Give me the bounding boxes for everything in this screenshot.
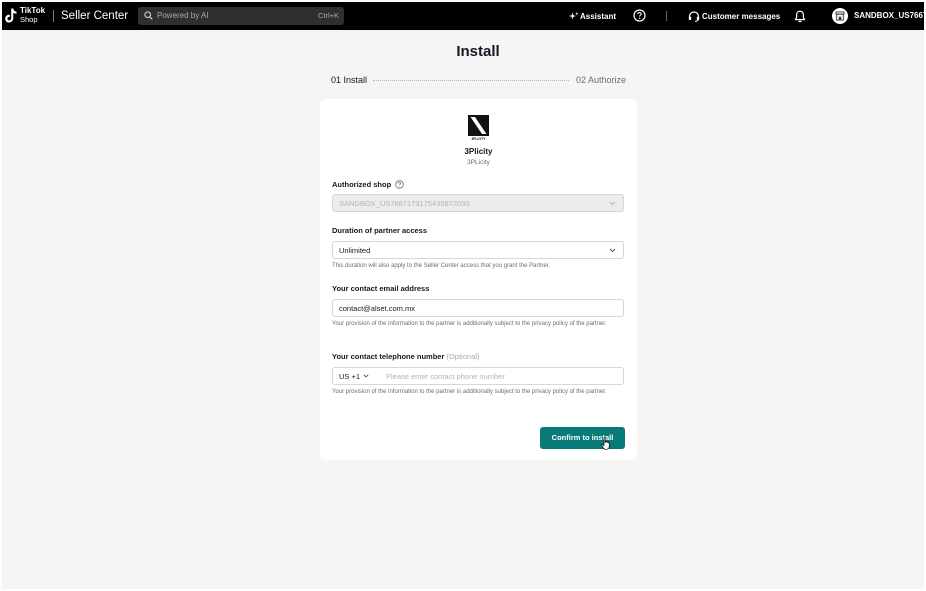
top-bar: TikTok Shop Seller Center Powered by AI … [2,2,924,30]
phone-label-text: Your contact telephone number [332,352,445,361]
step-connector [373,80,569,81]
search-icon [144,11,153,20]
partner-name: 3Plicity [464,147,493,156]
chevron-down-icon [609,248,616,253]
help-icon[interactable] [633,9,646,22]
headset-icon [688,11,700,22]
confirm-install-button[interactable]: Confirm to install [540,427,625,449]
partner-logo-text: 3PLICITY [472,137,487,141]
install-card: 3PLICITY 3Plicity 3PLicity Authorized sh… [320,99,637,460]
search-placeholder: Powered by AI [157,11,209,20]
duration-label: Duration of partner access [332,226,428,235]
phone-hint: Your provision of the information to the… [332,389,607,395]
logo-text-tiktok: TikTok [20,6,46,15]
duration-select[interactable]: Unlimited [332,241,624,259]
email-field[interactable]: contact@alset.com.mx [332,299,624,317]
seller-center-title: Seller Center [61,10,129,22]
authorized-shop-value: SANDBOX_US7667173175435872030 [339,199,470,208]
email-label: Your contact email address [332,284,430,293]
page-title: Install [456,43,500,60]
hand-cursor-icon [601,437,610,450]
chevron-down-icon [609,201,616,206]
authorized-shop-label: Authorized shop [332,180,404,190]
account-menu[interactable]: SANDBOX_US766717 [832,7,924,25]
phone-label: Your contact telephone number (Optional) [332,352,479,362]
info-question-icon[interactable] [395,180,404,189]
sparkle-icon [569,12,579,20]
store-icon [835,11,845,21]
partner-logo: 3PLICITY [468,115,489,141]
authorized-shop-select: SANDBOX_US7667173175435872030 [332,194,624,212]
step-authorize: 02 Authorize [576,75,627,85]
partner-subtitle: 3PLicity [467,159,490,166]
chevron-down-icon [363,374,369,378]
shop-avatar [832,8,848,24]
assistant-label: Assistant [580,12,617,21]
authorized-shop-label-text: Authorized shop [332,180,392,189]
country-code-select[interactable]: US +1 [339,372,360,381]
step-install: 01 Install [331,75,368,85]
phone-optional-tag: (Optional) [446,352,480,361]
phone-field[interactable]: US +1 Please enter contact phone number [332,367,624,385]
search-shortcut: Ctrl+K [317,11,339,20]
duration-hint: This duration will also apply to the Sel… [332,263,551,269]
email-value: contact@alset.com.mx [339,304,415,313]
phone-input-placeholder[interactable]: Please enter contact phone number [386,372,505,381]
logo-text-shop: Shop [20,15,38,24]
tiktok-logo-icon [5,8,17,23]
duration-value: Unlimited [339,246,371,255]
search-box[interactable]: Powered by AI Ctrl+K [138,7,344,25]
account-name: SANDBOX_US766717 [854,11,924,20]
topbar-divider [666,11,667,21]
customer-messages-label: Customer messages [702,12,781,21]
email-hint: Your provision of the information to the… [332,321,607,327]
logo-divider [53,10,54,22]
bell-icon[interactable] [794,10,806,23]
tiktok-shop-logo[interactable]: TikTok Shop [5,7,47,25]
app-frame: TikTok Shop Seller Center Powered by AI … [2,2,924,589]
